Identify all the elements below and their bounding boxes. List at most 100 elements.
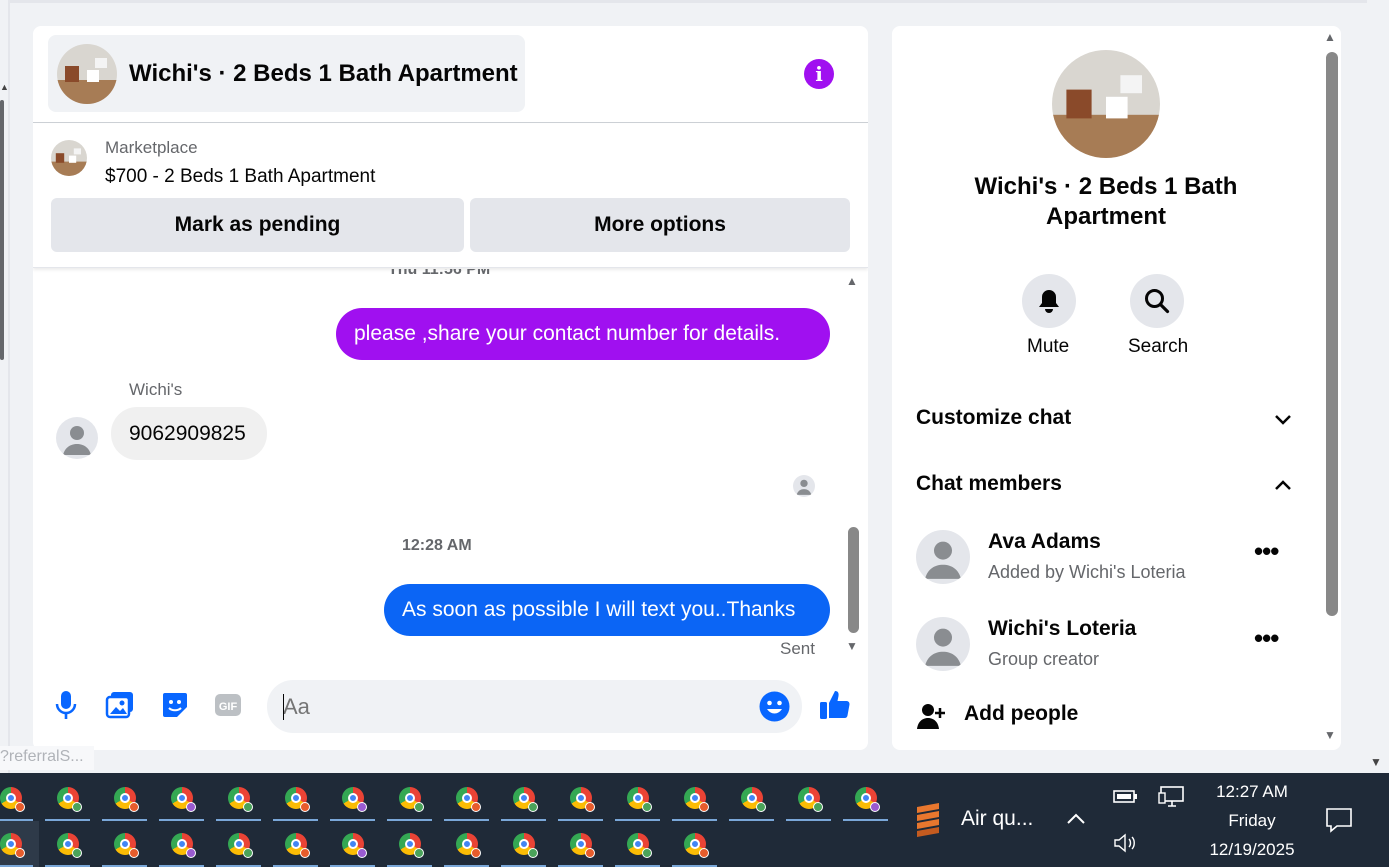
taskbar-chrome-button[interactable] bbox=[495, 821, 552, 867]
page-scroll-down-icon[interactable]: ▼ bbox=[1370, 755, 1382, 769]
conversation-title: Wichi's · 2 Beds 1 Bath Apartment bbox=[129, 59, 518, 87]
clock-date[interactable]: 12/19/2025 bbox=[1202, 840, 1302, 860]
photo-icon[interactable] bbox=[104, 689, 136, 721]
conversation-header: Wichi's · 2 Beds 1 Bath Apartment i bbox=[33, 26, 868, 123]
taskbar-chrome-button[interactable] bbox=[723, 775, 780, 821]
thumbs-up-icon[interactable] bbox=[818, 688, 852, 722]
add-people-button[interactable]: Add people bbox=[964, 702, 1078, 726]
taskbar-chrome-button[interactable] bbox=[780, 775, 837, 821]
outgoing-message[interactable]: As soon as possible I will text you..Tha… bbox=[384, 584, 830, 636]
panel-scroll-up-icon[interactable]: ▲ bbox=[1324, 30, 1336, 44]
message-composer: GIF bbox=[33, 680, 868, 736]
taskbar-chrome-button[interactable] bbox=[609, 775, 666, 821]
taskbar-chrome-button[interactable] bbox=[381, 821, 438, 867]
customize-chat-section[interactable]: Customize chat bbox=[916, 406, 1071, 430]
sticker-icon[interactable] bbox=[159, 689, 191, 721]
weather-widget[interactable]: Air qu... bbox=[913, 801, 1033, 837]
profile-badge-icon bbox=[869, 802, 880, 812]
taskbar-chrome-button[interactable] bbox=[267, 775, 324, 821]
taskbar-chrome-button[interactable] bbox=[438, 775, 495, 821]
chrome-icon bbox=[341, 833, 367, 858]
microphone-icon[interactable] bbox=[50, 689, 82, 721]
profile-badge-icon bbox=[698, 848, 709, 858]
taskbar-chrome-button[interactable] bbox=[39, 775, 96, 821]
chevron-down-icon[interactable] bbox=[1272, 409, 1294, 434]
profile-badge-icon bbox=[356, 802, 367, 812]
emoji-icon[interactable] bbox=[759, 691, 790, 722]
text-caret bbox=[283, 694, 284, 720]
taskbar-chrome-button[interactable] bbox=[210, 821, 267, 867]
member-name[interactable]: Wichi's Loteria bbox=[988, 617, 1136, 641]
taskbar-chrome-button[interactable] bbox=[666, 775, 723, 821]
clock-day[interactable]: Friday bbox=[1202, 811, 1302, 831]
search-button[interactable] bbox=[1130, 274, 1184, 328]
top-divider bbox=[10, 0, 1367, 3]
notification-center-icon[interactable] bbox=[1325, 807, 1353, 838]
taskbar-chrome-button[interactable] bbox=[0, 775, 39, 821]
gif-icon[interactable]: GIF bbox=[212, 689, 244, 721]
sender-avatar[interactable] bbox=[56, 417, 98, 459]
volume-icon[interactable] bbox=[1113, 833, 1139, 858]
left-scrollbar-thumb[interactable] bbox=[0, 100, 4, 360]
taskbar-chrome-button[interactable] bbox=[96, 821, 153, 867]
panel-scroll-down-icon[interactable]: ▼ bbox=[1324, 728, 1336, 742]
message-input[interactable] bbox=[283, 680, 743, 733]
profile-badge-icon bbox=[185, 802, 196, 812]
outgoing-message[interactable]: please ,share your contact number for de… bbox=[336, 308, 830, 360]
taskbar-chrome-button[interactable] bbox=[495, 775, 552, 821]
profile-badge-icon bbox=[242, 802, 253, 812]
incoming-message[interactable]: 9062909825 bbox=[111, 407, 267, 460]
chat-members-section[interactable]: Chat members bbox=[916, 472, 1062, 496]
taskbar-chrome-button[interactable] bbox=[609, 821, 666, 867]
taskbar-chrome-button[interactable] bbox=[438, 821, 495, 867]
message-list: Thu 11:56 PM please ,share your contact … bbox=[33, 269, 868, 662]
running-indicator bbox=[786, 819, 831, 821]
taskbar-chrome-button[interactable] bbox=[324, 821, 381, 867]
chevron-up-icon[interactable] bbox=[1272, 475, 1294, 500]
mark-as-pending-button[interactable]: Mark as pending bbox=[51, 198, 464, 252]
group-photo[interactable] bbox=[1052, 50, 1160, 158]
taskbar-chrome-button[interactable] bbox=[39, 821, 96, 867]
profile-badge-icon bbox=[71, 802, 82, 812]
left-scroll-arrow-icon[interactable]: ▲ bbox=[0, 82, 9, 92]
panel-scrollbar-thumb[interactable] bbox=[1326, 52, 1338, 616]
taskbar-chrome-button[interactable] bbox=[381, 775, 438, 821]
info-icon[interactable]: i bbox=[804, 59, 834, 89]
chrome-icon bbox=[170, 787, 196, 812]
listing-title[interactable]: $700 - 2 Beds 1 Bath Apartment bbox=[105, 166, 375, 188]
member-name[interactable]: Ava Adams bbox=[988, 530, 1101, 554]
taskbar-chrome-button[interactable] bbox=[552, 821, 609, 867]
listing-thumbnail[interactable] bbox=[51, 140, 87, 176]
taskbar-chrome-button[interactable] bbox=[210, 775, 267, 821]
profile-badge-icon bbox=[14, 802, 25, 812]
clock-time[interactable]: 12:27 AM bbox=[1202, 782, 1302, 802]
more-options-button[interactable]: More options bbox=[470, 198, 850, 252]
taskbar-chrome-button[interactable] bbox=[324, 775, 381, 821]
profile-badge-icon bbox=[185, 848, 196, 858]
chrome-icon bbox=[227, 787, 253, 812]
network-icon[interactable] bbox=[1158, 785, 1188, 814]
add-person-icon[interactable] bbox=[916, 702, 946, 735]
taskbar-chrome-button[interactable] bbox=[153, 775, 210, 821]
taskbar-chrome-button[interactable] bbox=[267, 821, 324, 867]
taskbar-chrome-button[interactable] bbox=[666, 821, 723, 867]
battery-icon[interactable] bbox=[1112, 787, 1138, 810]
taskbar-chrome-button[interactable] bbox=[552, 775, 609, 821]
taskbar-chrome-button[interactable] bbox=[153, 821, 210, 867]
taskbar-chrome-button[interactable] bbox=[837, 775, 894, 821]
taskbar-chrome-button[interactable] bbox=[0, 821, 39, 867]
message-scrollbar-thumb[interactable] bbox=[848, 527, 859, 633]
more-options-icon[interactable]: ••• bbox=[1254, 536, 1279, 567]
bell-icon bbox=[1039, 290, 1059, 313]
member-avatar[interactable] bbox=[916, 617, 970, 671]
taskbar-chrome-button[interactable] bbox=[96, 775, 153, 821]
conversation-title-button[interactable]: Wichi's · 2 Beds 1 Bath Apartment bbox=[48, 35, 525, 112]
scroll-down-arrow-icon[interactable]: ▼ bbox=[846, 639, 858, 653]
mute-button[interactable] bbox=[1022, 274, 1076, 328]
scroll-up-arrow-icon[interactable]: ▲ bbox=[846, 274, 858, 288]
chrome-icon bbox=[512, 787, 538, 812]
air-quality-icon bbox=[917, 803, 939, 837]
more-options-icon[interactable]: ••• bbox=[1254, 623, 1279, 654]
show-hidden-icons-icon[interactable] bbox=[1066, 811, 1086, 830]
member-avatar[interactable] bbox=[916, 530, 970, 584]
